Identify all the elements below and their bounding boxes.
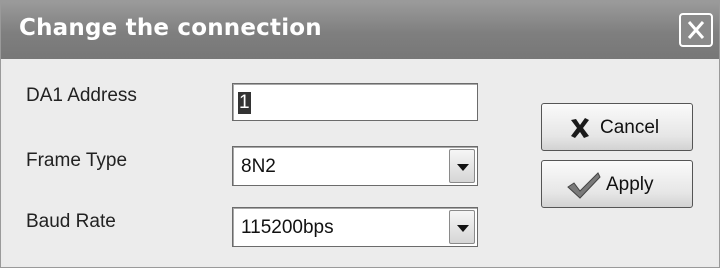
baud-rate-label: Baud Rate	[26, 211, 116, 232]
frame-type-dropdown-button[interactable]	[449, 149, 475, 183]
frame-type-label: Frame Type	[26, 150, 128, 171]
address-value: 1	[238, 92, 251, 114]
x-mark-icon	[571, 118, 589, 138]
chevron-down-icon	[457, 164, 469, 171]
apply-button-label: Apply	[606, 174, 654, 195]
address-label: DA1 Address	[26, 85, 137, 106]
cancel-button[interactable]: Cancel	[541, 103, 693, 151]
baud-rate-value: 115200bps	[241, 217, 334, 238]
chevron-down-icon	[457, 225, 469, 232]
baud-rate-select[interactable]: 115200bps	[232, 207, 478, 247]
baud-rate-dropdown-button[interactable]	[449, 210, 475, 244]
close-button[interactable]	[679, 13, 713, 47]
close-icon	[687, 21, 705, 39]
frame-type-value: 8N2	[241, 156, 276, 177]
dialog-title: Change the connection	[19, 15, 322, 41]
address-input[interactable]: 1	[232, 83, 478, 121]
apply-button[interactable]: Apply	[541, 160, 693, 208]
dialog-body: DA1 Address 1 Frame Type 8N2 Baud Rate 1…	[4, 59, 716, 265]
cancel-button-label: Cancel	[600, 117, 660, 138]
dialog-window: Change the connection DA1 Address 1 Fram…	[0, 0, 720, 268]
checkmark-icon	[567, 172, 601, 199]
title-bar[interactable]: Change the connection	[1, 1, 719, 59]
frame-type-select[interactable]: 8N2	[232, 146, 478, 186]
